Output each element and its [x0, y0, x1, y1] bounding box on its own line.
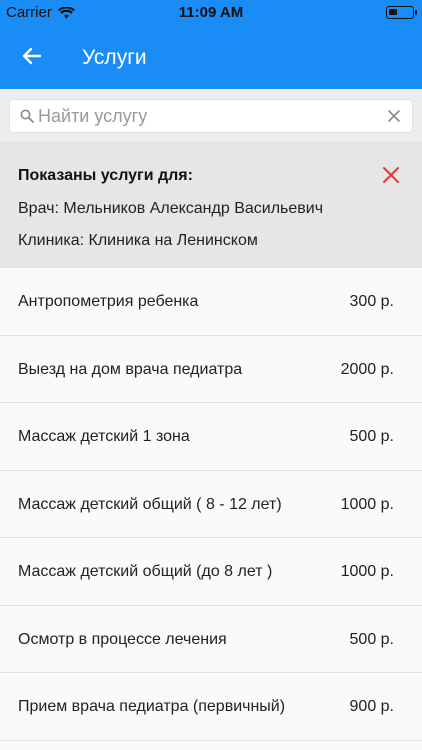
service-price: 1000 р.: [340, 563, 394, 580]
search-icon: [20, 109, 34, 123]
list-item[interactable]: Выезд на дом врача педиатра 2000 р.: [0, 335, 422, 403]
search-bar: [0, 89, 422, 141]
service-name: Антропометрия ребенка: [18, 293, 199, 310]
service-price: 900 р.: [349, 698, 394, 715]
services-list: Антропометрия ребенка 300 р. Выезд на до…: [0, 268, 422, 741]
filter-title: Показаны услуги для:: [18, 167, 193, 184]
status-bar: Carrier 11:09 AM: [0, 0, 422, 26]
service-name: Массаж детский 1 зона: [18, 428, 190, 445]
status-time: 11:09 AM: [178, 4, 244, 21]
search-input[interactable]: [38, 100, 378, 132]
service-price: 2000 р.: [340, 360, 394, 378]
list-item[interactable]: Массаж детский 1 зона 500 р.: [0, 403, 422, 471]
service-price: 500 р.: [349, 428, 394, 445]
app-header: Carrier 11:09 AM Услуги: [0, 0, 422, 89]
filter-doctor: Врач: Мельников Александр Васильевич: [18, 200, 324, 217]
list-item[interactable]: Прием врача педиатра (первичный) 900 р.: [0, 673, 422, 741]
list-item[interactable]: Осмотр в процессе лечения 500 р.: [0, 605, 422, 673]
service-price: 300 р.: [349, 293, 394, 310]
service-price: 500 р.: [349, 630, 394, 648]
service-name: Осмотр в процессе лечения: [18, 630, 227, 648]
filter-panel: Показаны услуги для: Врач: Мельников Але…: [0, 141, 422, 268]
close-filter-icon[interactable]: [382, 166, 400, 184]
battery-icon: [386, 6, 417, 19]
filter-clinic: Клиника: Клиника на Ленинском: [18, 232, 258, 249]
list-item[interactable]: Антропометрия ребенка 300 р.: [0, 268, 422, 336]
service-name: Массаж детский общий ( 8 - 12 лет): [18, 495, 282, 513]
service-name: Выезд на дом врача педиатра: [18, 360, 243, 378]
list-item[interactable]: Массаж детский общий (до 8 лет ) 1000 р.: [0, 538, 422, 606]
page-title: Услуги: [82, 46, 147, 69]
service-price: 1000 р.: [340, 495, 394, 513]
clear-search-icon[interactable]: [388, 110, 400, 122]
service-name: Массаж детский общий (до 8 лет ): [18, 563, 273, 580]
back-arrow-icon[interactable]: [20, 44, 44, 68]
search-box[interactable]: [9, 99, 413, 133]
list-item[interactable]: Массаж детский общий ( 8 - 12 лет) 1000 …: [0, 470, 422, 538]
service-name: Прием врача педиатра (первичный): [18, 698, 286, 715]
